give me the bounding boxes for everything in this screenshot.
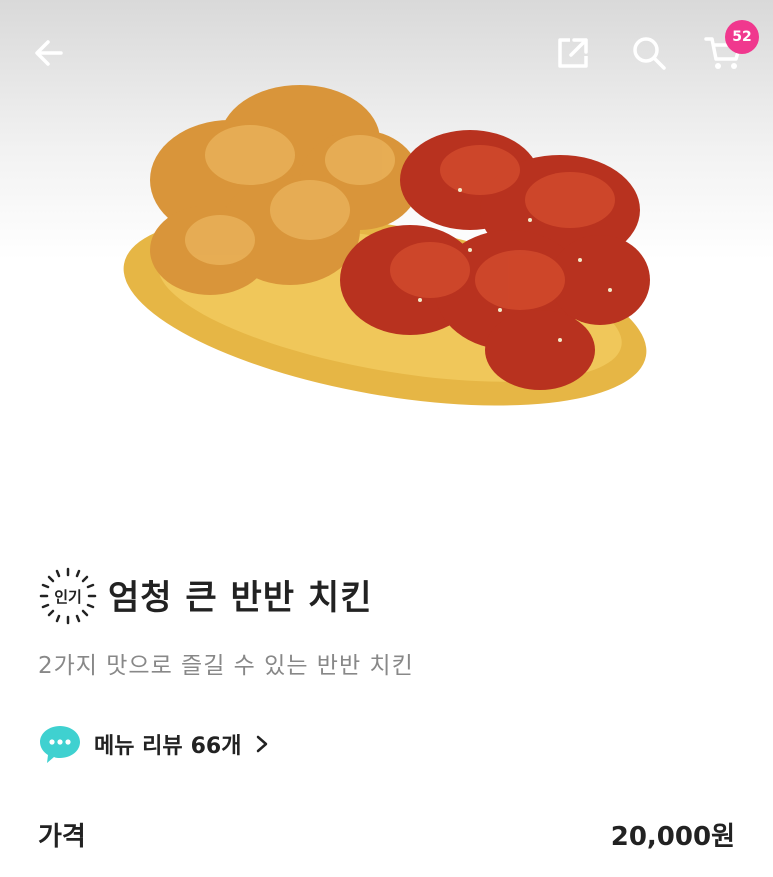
product-description: 2가지 맛으로 즐길 수 있는 반반 치킨 bbox=[38, 653, 414, 679]
review-label: 메뉴 리뷰 bbox=[94, 734, 183, 759]
menu-review-link[interactable]: 메뉴 리뷰 66개 bbox=[38, 722, 269, 766]
popular-badge-label: 인기 bbox=[54, 587, 82, 606]
price-label: 가격 bbox=[38, 822, 86, 852]
price-value: 20,000원 bbox=[610, 822, 735, 852]
chevron-right-icon bbox=[257, 735, 268, 753]
product-title: 엄청 큰 반반 치킨 bbox=[108, 578, 373, 618]
arrow-left-icon bbox=[35, 40, 63, 66]
chat-bubble-icon bbox=[40, 726, 80, 763]
back-button[interactable] bbox=[24, 28, 74, 78]
share-icon bbox=[558, 38, 588, 68]
cart-count-badge: 52 bbox=[725, 20, 759, 54]
share-button[interactable] bbox=[548, 28, 598, 78]
search-icon bbox=[633, 37, 666, 70]
top-navigation-bar: 52 bbox=[0, 0, 773, 100]
product-image bbox=[123, 85, 650, 406]
product-image-area: 52 bbox=[0, 0, 773, 520]
review-count: 66개 bbox=[190, 734, 242, 759]
search-button[interactable] bbox=[624, 28, 674, 78]
